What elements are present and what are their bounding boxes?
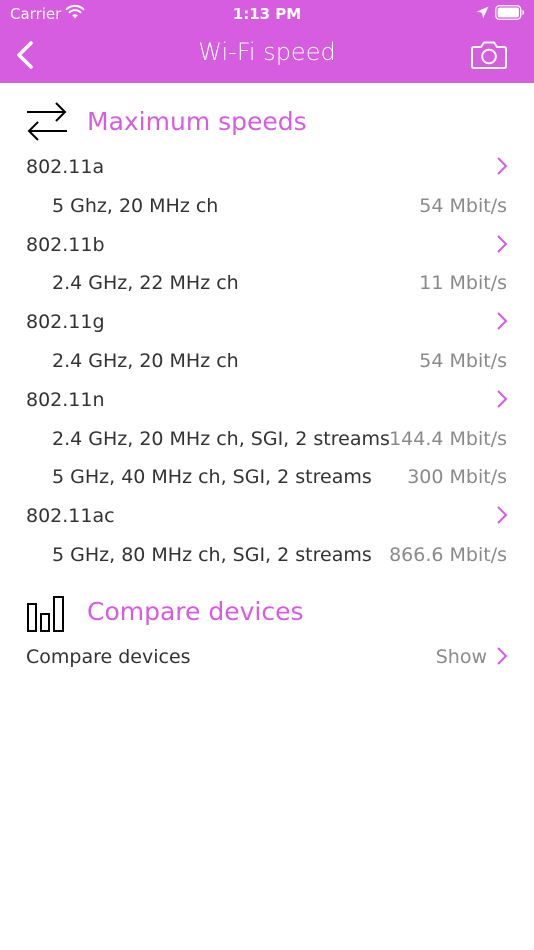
navigation-bar: Wi-Fi speed bbox=[0, 28, 534, 83]
standard-row[interactable]: 802.11ac bbox=[0, 497, 534, 535]
section-title: Compare devices bbox=[87, 597, 304, 626]
show-value: Show bbox=[435, 646, 487, 668]
max-speed-value: 300 Mbit/s bbox=[407, 466, 507, 488]
max-speed-value: 54 Mbit/s bbox=[419, 350, 507, 372]
status-bar: Carrier 1:13 PM bbox=[0, 0, 534, 28]
compare-devices-header: Compare devices bbox=[0, 590, 534, 638]
speed-detail-row: 5 GHz, 80 MHz ch, SGI, 2 streams 866.6 Mb… bbox=[0, 536, 534, 574]
camera-button[interactable] bbox=[470, 39, 508, 71]
chevron-left-icon bbox=[17, 41, 33, 69]
channel-config-label: 2.4 GHz, 20 MHz ch, SGI, 2 streams bbox=[52, 428, 390, 450]
maximum-speeds-header: Maximum speeds bbox=[0, 100, 534, 148]
header: Carrier 1:13 PM Wi-Fi speed bbox=[0, 0, 534, 83]
wifi-speed-screen: Carrier 1:13 PM Wi-Fi speed Maximum spee… bbox=[0, 0, 534, 950]
channel-config-label: 2.4 GHz, 22 MHz ch bbox=[52, 272, 239, 294]
chevron-right-icon bbox=[497, 647, 508, 665]
channel-config-label: 5 GHz, 40 MHz ch, SGI, 2 streams bbox=[52, 466, 372, 488]
max-speed-value: 866.6 Mbit/s bbox=[389, 544, 507, 566]
camera-icon bbox=[471, 41, 507, 69]
battery-icon bbox=[495, 5, 525, 20]
page-title: Wi-Fi speed bbox=[198, 38, 336, 66]
channel-config-label: 5 GHz, 80 MHz ch, SGI, 2 streams bbox=[52, 544, 372, 566]
standard-name: 802.11g bbox=[26, 311, 105, 333]
chevron-right-icon bbox=[497, 390, 508, 408]
back-button[interactable] bbox=[10, 38, 42, 72]
speed-detail-row: 2.4 GHz, 22 MHz ch 11 Mbit/s bbox=[0, 264, 534, 302]
standard-row[interactable]: 802.11b bbox=[0, 226, 534, 264]
compare-devices-row[interactable]: Compare devices Show bbox=[0, 638, 534, 676]
section-title: Maximum speeds bbox=[87, 107, 307, 136]
speed-detail-row: 2.4 GHz, 20 MHz ch, SGI, 2 streams 144.4 … bbox=[0, 420, 534, 458]
standard-row[interactable]: 802.11n bbox=[0, 381, 534, 419]
channel-config-label: 5 Ghz, 20 MHz ch bbox=[52, 195, 219, 217]
standard-name: 802.11a bbox=[26, 156, 105, 178]
compare-devices-label: Compare devices bbox=[26, 646, 191, 668]
standard-row[interactable]: 802.11a bbox=[0, 148, 534, 186]
chevron-right-icon bbox=[497, 312, 508, 330]
chevron-right-icon bbox=[497, 506, 508, 524]
standard-name: 802.11ac bbox=[26, 505, 115, 527]
speed-detail-row: 5 Ghz, 20 MHz ch 54 Mbit/s bbox=[0, 187, 534, 225]
max-speed-value: 144.4 Mbit/s bbox=[389, 428, 507, 450]
chevron-right-icon bbox=[497, 235, 508, 253]
speed-detail-row: 5 GHz, 40 MHz ch, SGI, 2 streams 300 Mbit… bbox=[0, 458, 534, 496]
standard-row[interactable]: 802.11g bbox=[0, 303, 534, 341]
location-arrow-icon bbox=[476, 6, 489, 19]
swap-arrows-icon bbox=[27, 102, 67, 141]
bar-chart-icon bbox=[27, 596, 64, 632]
standard-name: 802.11n bbox=[26, 389, 105, 411]
speed-detail-row: 2.4 GHz, 20 MHz ch 54 Mbit/s bbox=[0, 342, 534, 380]
standard-name: 802.11b bbox=[26, 234, 105, 256]
max-speed-value: 11 Mbit/s bbox=[419, 272, 507, 294]
max-speed-value: 54 Mbit/s bbox=[419, 195, 507, 217]
channel-config-label: 2.4 GHz, 20 MHz ch bbox=[52, 350, 239, 372]
chevron-right-icon bbox=[497, 157, 508, 175]
clock: 1:13 PM bbox=[232, 5, 302, 23]
